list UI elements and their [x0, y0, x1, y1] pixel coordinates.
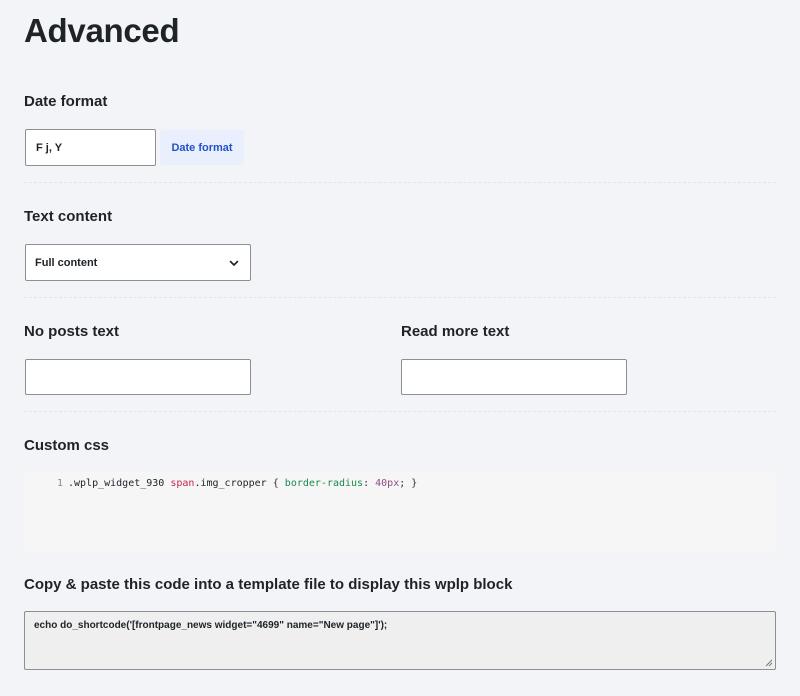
date-format-input[interactable] [25, 129, 156, 166]
shortcode-label: Copy & paste this code into a template f… [24, 576, 513, 593]
code-close: ; } [399, 478, 418, 489]
shortcode-textarea[interactable]: echo do_shortcode('[frontpage_news widge… [24, 611, 776, 670]
custom-css-editor[interactable]: 1 .wplp_widget_930 span.img_cropper { bor… [24, 472, 776, 552]
code-property: border-radius [284, 478, 364, 489]
read-more-text-input[interactable] [401, 359, 627, 395]
code-value: 40px [375, 478, 400, 489]
text-content-select[interactable]: Full content [25, 244, 251, 281]
divider [24, 182, 776, 183]
code-open-brace: { [272, 478, 279, 489]
code-selector: .wplp_widget_930 [68, 478, 165, 489]
read-more-text-label: Read more text [401, 323, 510, 340]
chevron-down-icon [229, 260, 239, 266]
code-class: .img_cropper [194, 478, 267, 489]
line-number: 1 [56, 478, 63, 489]
custom-css-label: Custom css [24, 437, 110, 454]
advanced-settings-page: Advanced Date format Date format Text co… [0, 0, 800, 696]
code-tag: span [170, 478, 195, 489]
divider [24, 297, 776, 298]
date-format-tag: Date format [160, 130, 244, 165]
resize-handle-icon[interactable] [765, 659, 773, 667]
no-posts-text-label: No posts text [24, 323, 120, 340]
date-format-label: Date format [24, 93, 108, 110]
page-title: Advanced [24, 12, 180, 49]
no-posts-text-input[interactable] [25, 359, 251, 395]
code-colon: : [363, 478, 370, 489]
shortcode-text: echo do_shortcode('[frontpage_news widge… [34, 620, 388, 631]
divider [24, 411, 776, 412]
text-content-label: Text content [24, 208, 113, 225]
text-content-selected-value: Full content [35, 256, 98, 269]
code-line: 1 .wplp_widget_930 span.img_cropper { bor… [24, 478, 417, 489]
